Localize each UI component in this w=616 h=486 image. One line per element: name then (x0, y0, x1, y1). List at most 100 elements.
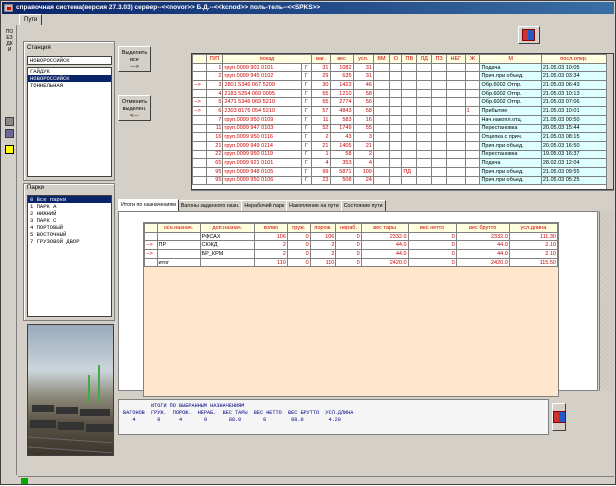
parks-list[interactable]: 0 Все парки 1 ПАРК А 2 НИЖНИЙ 3 ПАРК С 4… (27, 195, 112, 317)
table-row[interactable]: 11 груп.0099 947 0103 Г 52 1749 55 Перестановк… (192, 123, 608, 134)
column-header[interactable]: М (479, 54, 542, 64)
table-cell (446, 158, 466, 168)
table-cell (401, 175, 418, 186)
column-header[interactable]: посл.опер. (540, 54, 608, 64)
column-header[interactable]: осн.назнач. (156, 223, 201, 233)
table-cell (401, 158, 418, 168)
table-cell: 5871 (329, 166, 354, 177)
wagons-vertical-scrollbar[interactable] (606, 54, 613, 189)
table-cell: БР_КРМ (199, 249, 255, 259)
table-row[interactable]: 7 груп.0099 950 0109 Г 11 583 16 Нач.накопл.от… (192, 114, 608, 125)
table-row[interactable]: итог 110 0 110 0 2420.0 0 2420.0 115.50 (144, 257, 558, 268)
table-row[interactable]: 1 груп.0099 901 0101 Г 31 1082 31 Подача 21.05.… (192, 62, 608, 73)
exit-button-bottom[interactable] (552, 403, 566, 431)
table-row[interactable]: --> ПР СКЖД 2 0 2 0 44.0 0 44.0 2.10 (144, 240, 558, 251)
column-header[interactable]: колво (253, 223, 288, 233)
table-row[interactable]: --> БР_КРМ 2 0 2 0 44.0 0 44.0 2.10 (144, 249, 558, 259)
column-header[interactable]: вес (329, 54, 354, 64)
table-cell: Г (301, 106, 312, 116)
table-cell: ПД (401, 166, 418, 177)
select-all-button[interactable]: Выделить все ---> (118, 46, 151, 72)
column-header[interactable]: усл. (352, 54, 374, 64)
wagons-horizontal-scrollbar[interactable] (191, 190, 614, 196)
station-item[interactable]: НОВОРОССИЙСК (28, 75, 111, 82)
table-cell (389, 97, 403, 108)
column-header[interactable]: ВМ (372, 54, 391, 64)
column-header[interactable]: НЕГ (446, 54, 466, 64)
table-cell: 21.05.03 09:55 (540, 166, 608, 177)
column-header[interactable]: вес нетто (407, 223, 457, 233)
table-cell: груп.0099 945 0102 (222, 71, 303, 82)
table-cell: 4 (352, 158, 374, 168)
column-header[interactable]: ЛД (416, 54, 433, 64)
tool-icon-3[interactable] (5, 145, 14, 154)
tab-wagons-by-destination[interactable]: Вагоны заданного назн. (177, 200, 243, 211)
tab-inactive-park[interactable]: Нерабочий парк (241, 200, 288, 211)
table-cell: 2 (253, 240, 288, 251)
table-cell: 21.05.03 00:50 (540, 114, 608, 125)
column-header[interactable]: ПВ (401, 54, 418, 64)
column-header[interactable]: Ж (464, 54, 481, 64)
column-header[interactable]: вес тары (360, 223, 409, 233)
tab-totals-by-destination[interactable]: Итоги по назначениям (118, 199, 179, 211)
table-cell: Г (301, 158, 312, 168)
table-row[interactable]: 95 груп.0099 950 0106 Г 23 508 24 Прич.при объ… (192, 175, 608, 186)
table-cell: Г (301, 123, 312, 134)
column-header[interactable]: поезд (222, 54, 312, 64)
column-header[interactable]: усл.длина (508, 223, 558, 233)
table-cell (464, 166, 481, 177)
table-cell: Г (301, 62, 312, 73)
table-cell: 2 (309, 249, 337, 259)
park-item[interactable]: 5 ВОСТОЧНЫЙ (28, 231, 111, 238)
park-item[interactable]: 0 Все парки (28, 196, 111, 203)
tab-track-state[interactable]: Состояние пути (340, 200, 386, 211)
table-cell: 2.10 (508, 249, 558, 259)
table-row[interactable]: --> 3 2801 5346 067 5209 Г 30 1423 46 Обр.6002 … (192, 80, 608, 90)
table-row[interactable]: 22 груп.0099 950 0119 Г 1 58 2 Перестановка 19.… (192, 149, 608, 160)
tab-paths[interactable]: Пути (19, 14, 43, 25)
tool-icon-2[interactable] (5, 129, 14, 138)
table-row[interactable]: --> 6 2303 8176 054 5210 Г 57 4843 58 1 Прибытие… (192, 106, 608, 116)
table-cell: 30 (310, 80, 331, 90)
table-row[interactable]: 2 груп.0099 945 0102 Г 29 635 31 Прич.при объе… (192, 71, 608, 82)
column-header[interactable]: ваг. (310, 54, 331, 64)
station-current-field[interactable]: НОВОРОССИЙСК (27, 56, 112, 65)
table-cell: 1405 (329, 140, 354, 151)
table-cell (416, 80, 433, 90)
table-row[interactable]: РФСАХ 106 0 106 0 2332.0 0 2332.0 111.30 (144, 231, 558, 242)
table-row[interactable]: 65 груп.0099 921 0101 Г 4 353 4 Подача 28.02.03… (192, 158, 608, 168)
table-cell: 110 (253, 257, 288, 268)
park-item[interactable]: 4 ПОРТОВЫЙ (28, 224, 111, 231)
table-row[interactable]: 95 груп.0099 948 0105 Г 99 5871 109 ПД Прич.при… (192, 166, 608, 177)
column-header[interactable]: порож. (309, 223, 337, 233)
table-row[interactable]: 21 груп.0099 949 0114 Г 21 1405 21 Прич.при об… (192, 140, 608, 151)
column-header[interactable]: ПЗ (431, 54, 448, 64)
park-item[interactable]: 3 ПАРК С (28, 217, 111, 224)
totals-table: осн.назнач. доп.назнач. колво груж. поро… (143, 222, 559, 397)
column-header[interactable]: О (389, 54, 403, 64)
column-header[interactable]: нераб. (335, 223, 362, 233)
park-item[interactable]: 1 ПАРК А (28, 203, 111, 210)
park-item[interactable]: 7 ГРУЗОВОЙ ДВОР (28, 238, 111, 245)
table-cell (192, 71, 207, 82)
table-row[interactable]: 16 груп.0099 950 0116 Г 2 43 3 Отцепка с прич.… (192, 132, 608, 142)
exit-button-top[interactable] (518, 26, 540, 44)
right-vertical-scrollbar[interactable] (599, 211, 613, 391)
table-cell (372, 123, 391, 134)
table-cell (156, 231, 201, 242)
column-header[interactable]: груж. (286, 223, 311, 233)
tool-icon-1[interactable] (5, 117, 14, 126)
station-item[interactable]: ГАЙДУК (28, 68, 111, 75)
table-row[interactable]: --> 5 2471 5346 069 5210 Г 55 2774 56 Обр.6002 … (192, 97, 608, 108)
park-item[interactable]: 2 НИЖНИЙ (28, 210, 111, 217)
table-row[interactable]: 4 2183 5254 069 0095 Г 55 1210 58 Обр.6002 Отп… (192, 88, 608, 99)
station-item[interactable]: ТОННЕЛЬНАЯ (28, 82, 111, 89)
table-cell: груп.0099 950 0116 (222, 132, 303, 142)
station-list[interactable]: ГАЙДУК НОВОРОССИЙСК ТОННЕЛЬНАЯ (27, 67, 112, 177)
deselect-button[interactable]: Отменить выделен. <--- (118, 95, 151, 121)
tab-accumulation[interactable]: Накопление на пути (286, 200, 342, 211)
column-header[interactable]: вес брутто (455, 223, 510, 233)
column-header[interactable]: П/П (205, 54, 224, 64)
table-cell: 0 (407, 240, 457, 251)
column-header[interactable]: доп.назнач. (199, 223, 255, 233)
